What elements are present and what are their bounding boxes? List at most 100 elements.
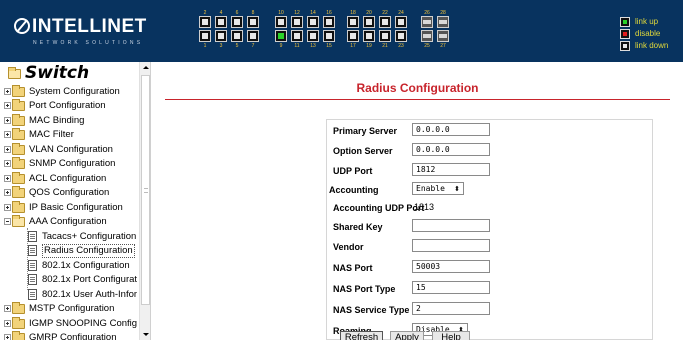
port-18-icon[interactable] [347,16,359,28]
vendor-input[interactable] [412,239,490,252]
port-24-icon[interactable] [395,16,407,28]
port-14-icon[interactable] [307,16,319,28]
apply-button[interactable]: Apply [390,331,424,340]
primary-server-input[interactable]: 0.0.0.0 [412,123,490,136]
legend-link-down: link down [620,40,682,52]
scroll-up-arrow-icon[interactable] [140,62,150,74]
port-9-icon[interactable] [275,30,287,42]
port-23-icon[interactable] [395,30,407,42]
expand-plus-icon[interactable] [4,305,11,312]
form-buttons: Refresh Apply Help [152,331,683,340]
nas-port-type-input[interactable]: 15 [412,281,490,294]
folder-icon [12,302,25,314]
port-20-icon[interactable] [363,16,375,28]
nas-service-type-input[interactable]: 2 [412,302,490,315]
row-primary-server: Primary Server 0.0.0.0 [328,120,655,142]
port-5-icon[interactable] [231,30,243,42]
port-22-icon[interactable] [379,16,391,28]
expand-plus-icon[interactable] [4,160,11,167]
navigation-sidebar: Switch System Configuration Port Configu… [0,62,151,340]
folder-icon [12,157,25,169]
port-number-label: 13 [310,43,316,49]
main-content: Radius Configuration Primary Server 0.0.… [152,62,683,340]
expand-plus-icon[interactable] [4,117,11,124]
port-number-label: 25 [424,43,430,49]
port-26-icon[interactable] [421,16,433,28]
scrollbar-grip-icon [144,188,148,193]
nas-port-input[interactable]: 50003 [412,260,490,273]
expand-plus-icon[interactable] [4,320,11,327]
port-number-label: 17 [350,43,356,49]
expand-plus-icon[interactable] [4,146,11,153]
document-icon [28,231,37,242]
expand-plus-icon[interactable] [4,189,11,196]
port-17-icon[interactable] [347,30,359,42]
udp-port-input[interactable]: 1812 [412,163,490,176]
port-number-label: 11 [294,43,300,49]
port-number-label: 23 [398,43,404,49]
port-number-label: 5 [235,43,239,49]
accounting-select[interactable]: Enable ⬍ [412,182,464,195]
port-1-icon[interactable] [199,30,211,42]
row-shared-key: Shared Key [328,216,655,238]
document-icon [28,260,37,271]
port-number-label: 9 [279,43,283,49]
link-up-icon [620,17,630,27]
nav-tree: Switch System Configuration Port Configu… [0,62,139,340]
sidebar-scrollbar[interactable] [139,62,150,340]
port-21-icon[interactable] [379,30,391,42]
port-28-icon[interactable] [437,16,449,28]
folder-icon [12,114,25,126]
header-banner: INTELLINET NETWORK SOLUTIONS 2 1 4 3 6 5 8 7 10 9… [0,0,683,62]
folder-icon [12,201,25,213]
expand-plus-icon[interactable] [4,131,11,138]
port-7-icon[interactable] [247,30,259,42]
port-13-icon[interactable] [307,30,319,42]
refresh-button[interactable]: Refresh [340,331,383,340]
brand-tagline: NETWORK SOLUTIONS [33,40,144,46]
document-icon [28,289,37,300]
scrollbar-thumb[interactable] [141,75,150,305]
expand-plus-icon[interactable] [4,102,11,109]
port-10-icon[interactable] [275,16,287,28]
port-16-icon[interactable] [323,16,335,28]
folder-icon [12,317,25,329]
port-12-icon[interactable] [291,16,303,28]
expand-plus-icon[interactable] [4,175,11,182]
port-3-icon[interactable] [215,30,227,42]
option-server-input[interactable]: 0.0.0.0 [412,143,490,156]
shared-key-input[interactable] [412,219,490,232]
row-nas-port: NAS Port 50003 [328,257,655,279]
folder-icon [12,186,25,198]
port-15-icon[interactable] [323,30,335,42]
help-button[interactable]: Help [432,331,470,340]
title-divider [165,99,670,100]
folder-icon [12,143,25,155]
expand-plus-icon[interactable] [4,204,11,211]
port-27-icon[interactable] [437,30,449,42]
collapse-minus-icon[interactable] [4,218,11,225]
brand-name: INTELLINET [32,16,147,37]
logo-mark-icon [14,18,30,34]
brand-logo: INTELLINET NETWORK SOLUTIONS [14,16,154,48]
scroll-down-arrow-icon[interactable] [140,328,150,340]
expand-plus-icon[interactable] [4,334,11,340]
disable-icon [620,29,630,39]
folder-icon [12,172,25,184]
folder-icon [12,85,25,97]
port-11-icon[interactable] [291,30,303,42]
port-4-icon[interactable] [215,16,227,28]
expand-plus-icon[interactable] [4,88,11,95]
document-icon [28,274,37,285]
port-2-icon[interactable] [199,16,211,28]
folder-icon [12,99,25,111]
accounting-udp-port-value: 1813 [414,202,435,212]
port-19-icon[interactable] [363,30,375,42]
port-number-label: 27 [440,43,446,49]
port-25-icon[interactable] [421,30,433,42]
port-number-label: 7 [251,43,255,49]
port-number-label: 1 [203,43,207,49]
port-6-icon[interactable] [231,16,243,28]
port-8-icon[interactable] [247,16,259,28]
port-number-label: 21 [382,43,388,49]
